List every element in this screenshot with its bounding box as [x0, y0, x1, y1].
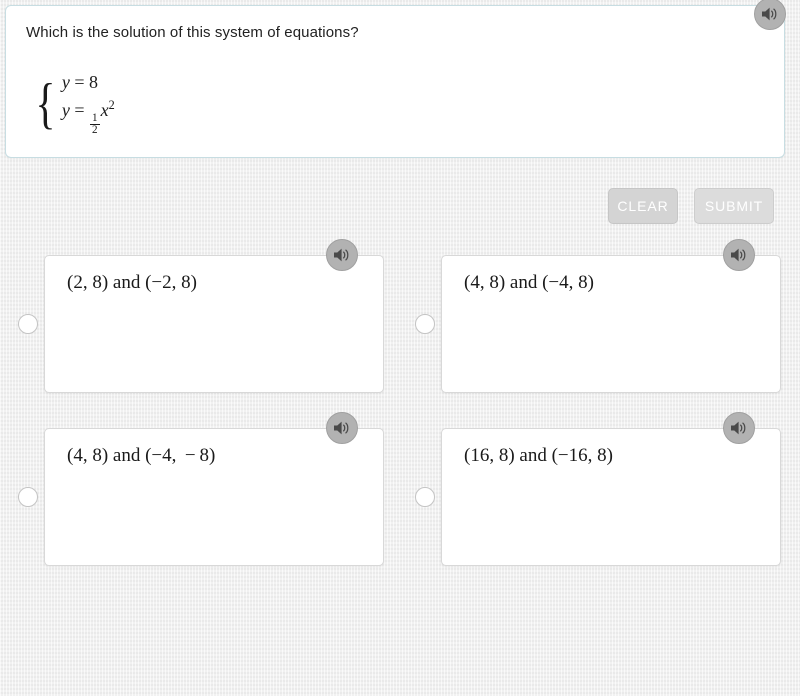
- equation-2-lhs: y: [61, 100, 70, 120]
- equation-2-relation: =: [74, 100, 85, 120]
- equation-1-rhs: 8: [89, 72, 99, 92]
- option-a-label: (2, 8) and (−2, 8): [67, 272, 197, 293]
- radio-option-d[interactable]: [415, 487, 435, 507]
- fraction-numerator: 1: [92, 112, 98, 125]
- equation-1-relation: =: [74, 72, 85, 92]
- radio-option-a[interactable]: [18, 314, 38, 334]
- equation-line-2: y = 1 2 x2: [61, 98, 115, 137]
- equation-2-exponent: 2: [108, 98, 115, 112]
- action-buttons: CLEAR SUBMIT: [608, 188, 774, 224]
- option-d-card[interactable]: (16, 8) and (−16, 8): [441, 428, 781, 566]
- answer-option-a: (2, 8) and (−2, 8): [18, 239, 384, 393]
- answer-option-d: (16, 8) and (−16, 8): [415, 412, 781, 566]
- option-a-card[interactable]: (2, 8) and (−2, 8): [44, 255, 384, 393]
- fraction-denominator: 2: [90, 124, 100, 137]
- option-b-label: (4, 8) and (−4, 8): [464, 272, 594, 293]
- system-brace: {: [35, 73, 56, 136]
- speaker-icon-option-c[interactable]: [326, 412, 358, 444]
- submit-button[interactable]: SUBMIT: [694, 188, 774, 224]
- equation-2-fraction: 12: [90, 112, 100, 137]
- speaker-icon-option-a[interactable]: [326, 239, 358, 271]
- speaker-icon-option-b[interactable]: [723, 239, 755, 271]
- speaker-icon-option-d[interactable]: [723, 412, 755, 444]
- option-c-label: (4, 8) and (−4, − 8): [67, 445, 216, 466]
- option-c-card[interactable]: (4, 8) and (−4, − 8): [44, 428, 384, 566]
- equation-system: { y = 8 y = 1 2 x2: [32, 72, 115, 137]
- radio-option-b[interactable]: [415, 314, 435, 334]
- question-prompt: Which is the solution of this system of …: [26, 24, 359, 41]
- option-b-card[interactable]: (4, 8) and (−4, 8): [441, 255, 781, 393]
- equation-line-1: y = 8: [62, 72, 115, 92]
- radio-option-c[interactable]: [18, 487, 38, 507]
- clear-button[interactable]: CLEAR: [608, 188, 678, 224]
- option-d-label: (16, 8) and (−16, 8): [464, 445, 613, 466]
- equation-1-lhs: y: [61, 72, 70, 92]
- answer-option-b: (4, 8) and (−4, 8): [415, 239, 781, 393]
- question-card: Which is the solution of this system of …: [5, 5, 785, 158]
- answer-option-c: (4, 8) and (−4, − 8): [18, 412, 384, 566]
- equation-2-variable: x: [100, 100, 109, 120]
